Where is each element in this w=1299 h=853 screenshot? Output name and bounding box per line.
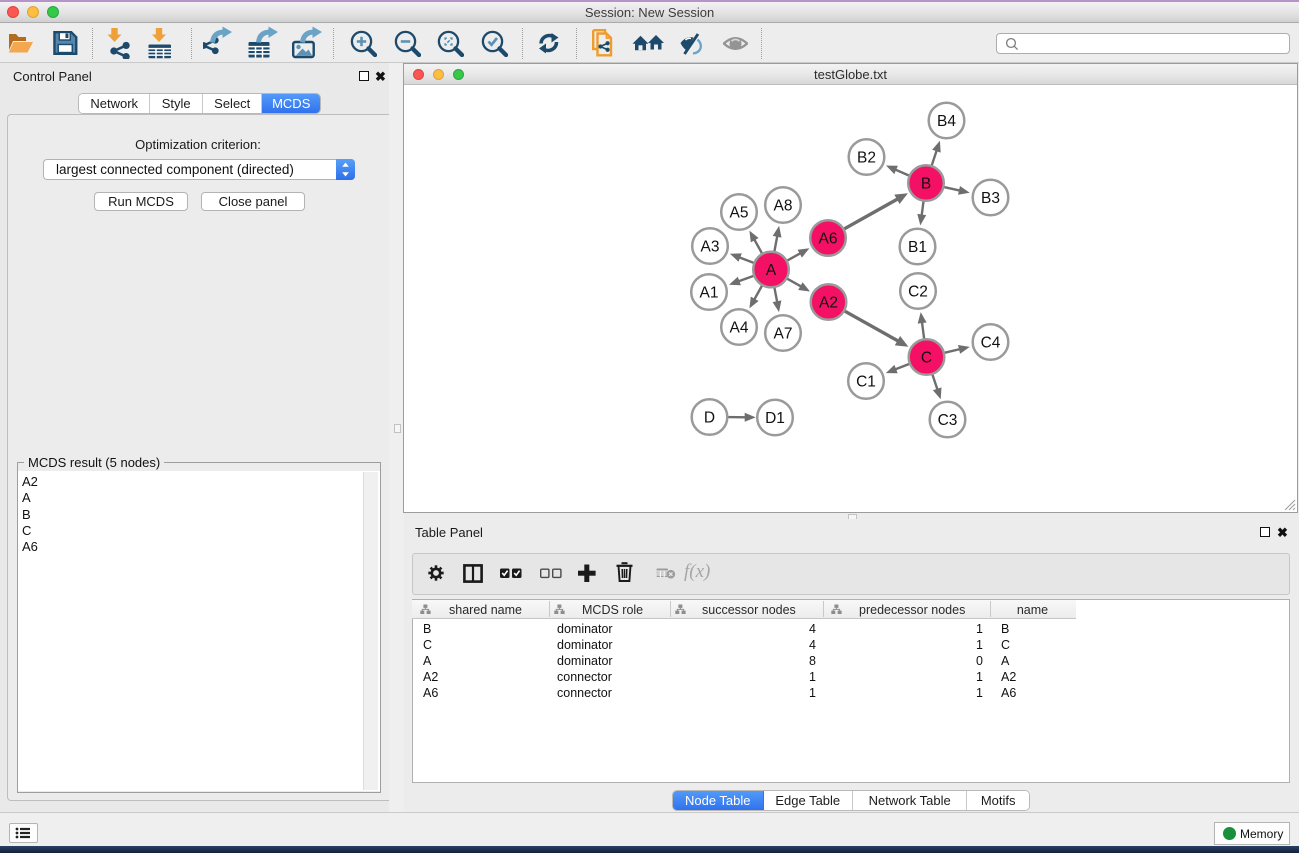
svg-text:C4: C4 [981, 334, 1001, 351]
svg-text:D1: D1 [765, 410, 785, 427]
svg-text:C3: C3 [938, 412, 958, 429]
svg-text:A4: A4 [730, 319, 749, 336]
svg-text:A1: A1 [700, 284, 719, 301]
svg-text:B2: B2 [857, 149, 876, 166]
svg-text:B4: B4 [937, 113, 956, 130]
svg-text:A7: A7 [774, 325, 793, 342]
svg-text:B: B [921, 175, 931, 192]
svg-text:A3: A3 [701, 238, 720, 255]
svg-text:A: A [766, 262, 777, 279]
svg-text:A2: A2 [819, 294, 838, 311]
svg-text:B1: B1 [908, 239, 927, 256]
svg-text:C1: C1 [856, 373, 876, 390]
svg-text:A8: A8 [774, 197, 793, 214]
svg-text:B3: B3 [981, 190, 1000, 207]
svg-text:C: C [921, 349, 932, 366]
svg-text:D: D [704, 409, 715, 426]
svg-text:C2: C2 [908, 283, 928, 300]
svg-text:A5: A5 [730, 204, 749, 221]
svg-text:A6: A6 [819, 230, 838, 247]
